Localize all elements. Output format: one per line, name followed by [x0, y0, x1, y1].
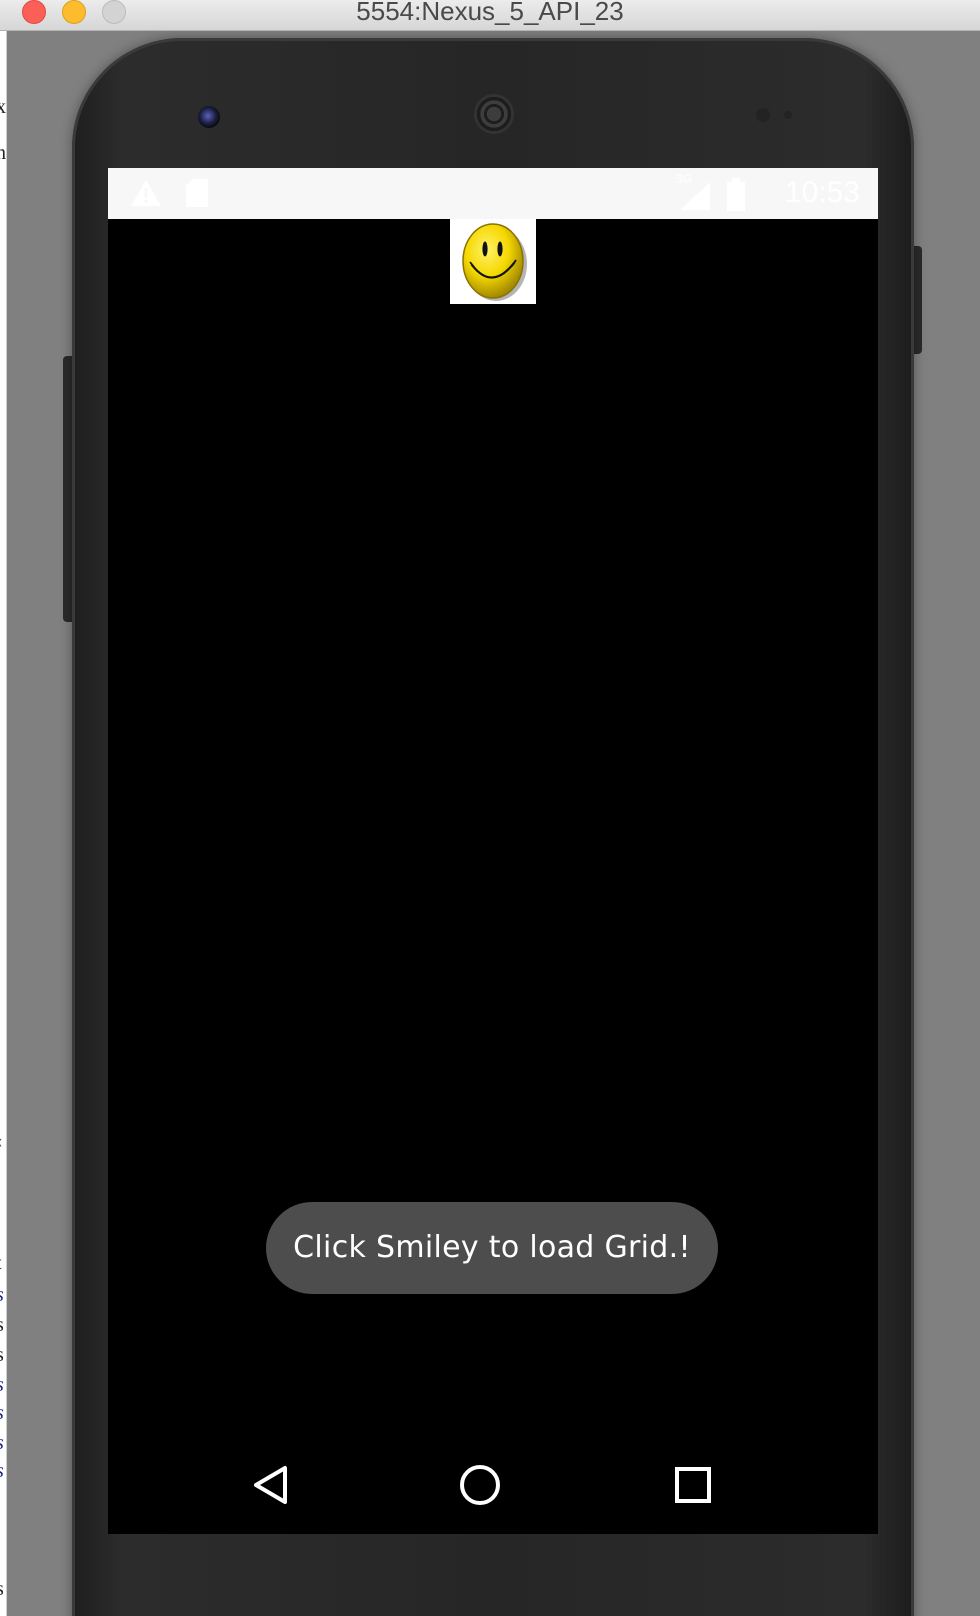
navigation-bar: [108, 1438, 878, 1534]
network-type-label: 3G: [676, 172, 693, 186]
back-button[interactable]: [246, 1460, 296, 1510]
device-screen: 3G 10:53 Click Smiley to load Grid.!: [108, 168, 878, 1534]
window-title-bar: 5554:Nexus_5_API_23: [0, 0, 980, 31]
background-text: s: [0, 1344, 4, 1367]
background-text: s: [0, 1314, 4, 1337]
front-camera-icon: [198, 106, 220, 128]
status-bar: 3G 10:53: [108, 168, 878, 219]
recents-button[interactable]: [668, 1460, 718, 1510]
toast-message: Click Smiley to load Grid.!: [266, 1202, 718, 1294]
phone-chin: [108, 1534, 878, 1616]
smiley-face-icon: [462, 223, 527, 301]
background-text: t: [0, 1252, 2, 1275]
window-title: 5554:Nexus_5_API_23: [356, 0, 624, 26]
background-text: s: [0, 1284, 4, 1307]
background-text: s: [0, 1460, 4, 1483]
background-text: s: [0, 1432, 4, 1455]
background-app-strip: x n ‹ t s s s s s s s s: [0, 30, 7, 1616]
warning-icon: [130, 178, 162, 210]
power-button[interactable]: [914, 246, 922, 354]
background-text: s: [0, 1374, 4, 1397]
home-button[interactable]: [455, 1460, 505, 1510]
back-icon: [254, 1466, 287, 1504]
recents-icon: [675, 1467, 711, 1503]
light-sensor-icon: [784, 111, 792, 119]
proximity-sensor-icon: [756, 108, 770, 122]
background-text: n: [0, 142, 6, 165]
status-time: 10:53: [784, 176, 860, 209]
background-text: s: [0, 1578, 4, 1601]
background-text: ‹: [0, 1130, 3, 1153]
smiley-button[interactable]: [450, 219, 536, 304]
background-text: x: [0, 96, 6, 119]
home-icon: [460, 1465, 500, 1505]
battery-icon: [726, 178, 746, 211]
emulator-window: 5554:Nexus_5_API_23 x n ‹ t s s s s s s …: [0, 0, 980, 1616]
sd-card-icon: [184, 178, 210, 210]
background-text: s: [0, 1402, 4, 1425]
earpiece-speaker-icon: [474, 94, 514, 134]
